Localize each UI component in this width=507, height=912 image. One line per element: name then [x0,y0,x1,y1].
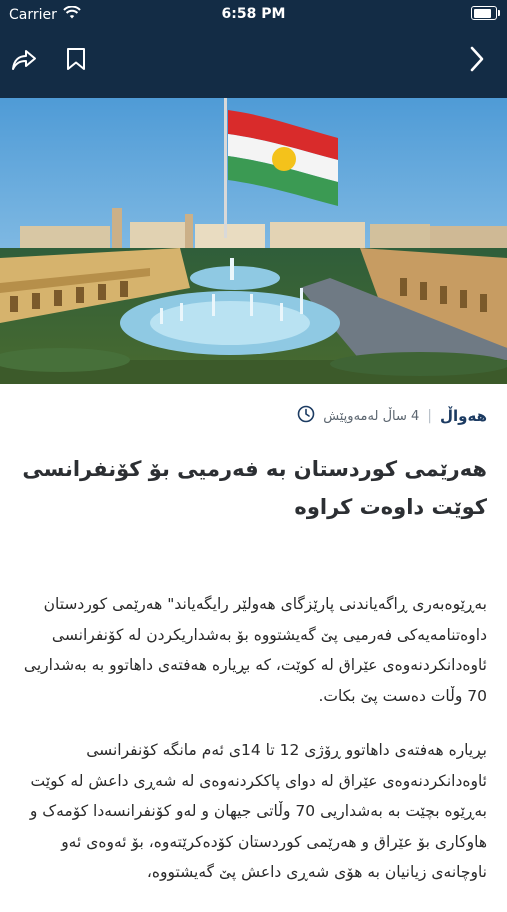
status-time: 6:58 PM [221,6,286,22]
article-paragraph: بەڕێوەبەری ڕاگەیاندنی پارێزگای هەولێر را… [23,595,487,705]
time-ago: 4 ساڵ لەمەوپێش [323,408,420,424]
bookmark-button[interactable] [62,44,90,74]
category-label[interactable]: هەواڵ [440,407,487,425]
app-header: Carrier 6:58 PM [0,0,507,98]
next-article-button[interactable] [463,44,491,74]
status-bar: Carrier 6:58 PM [0,0,507,28]
clock-icon [297,405,315,427]
article-paragraph: بڕیارە هەفتەی داهاتوو ڕۆژی 12 تا 14ی ئەم… [29,741,487,881]
share-button[interactable] [10,44,38,74]
battery-icon [471,6,500,20]
article-body: بەڕێوەبەری ڕاگەیاندنی پارێزگای هەولێر را… [12,589,487,912]
chevron-right-icon [470,46,484,72]
bookmark-icon [67,48,85,70]
battery-fill [473,8,491,18]
share-icon [12,50,36,70]
hero-image [0,98,507,384]
article-meta: هەواڵ | 4 ساڵ لەمەوپێش [297,405,487,427]
meta-divider: | [427,408,433,424]
article-title: هەرێمی کوردستان بە فەرمیی بۆ کۆنفرانسی ک… [22,457,487,519]
